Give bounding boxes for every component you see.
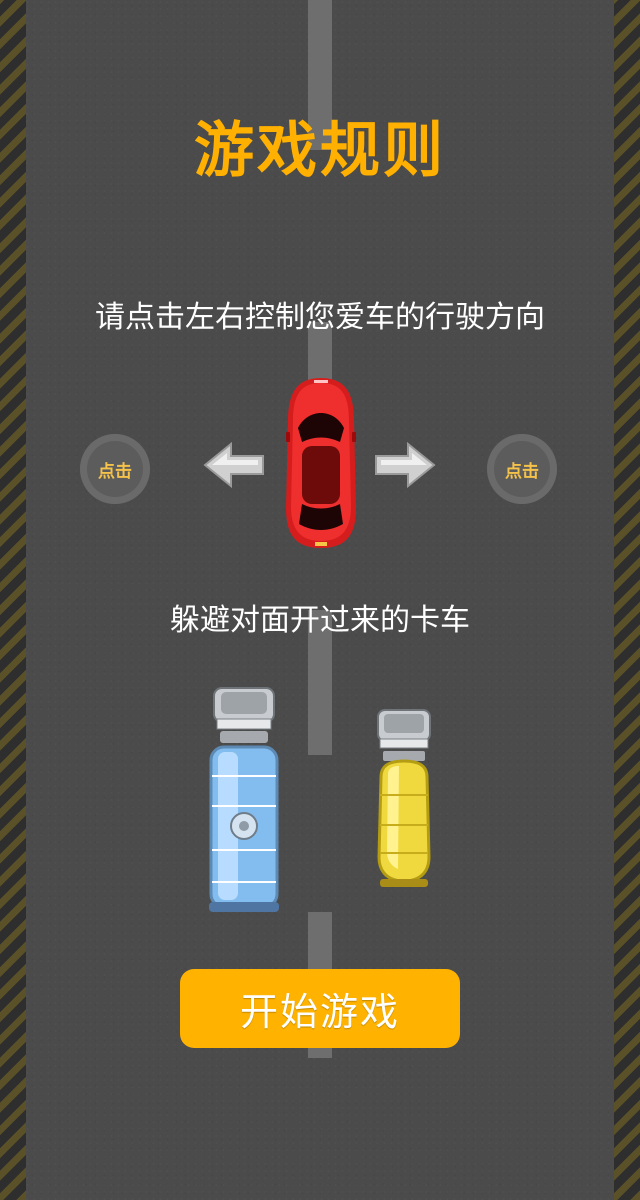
tap-right-label: 点击 [505,461,539,482]
yellow-tanker-truck-icon [377,709,431,887]
tap-right-button[interactable]: 点击 [487,434,557,504]
tap-left-label: 点击 [98,461,132,482]
page-title: 游戏规则 [194,116,446,186]
tap-left-button[interactable]: 点击 [80,434,150,504]
arrow-left-icon [203,441,264,489]
start-game-button[interactable]: 开始游戏 [180,969,460,1048]
blue-tanker-truck-icon [209,687,279,912]
steering-instruction: 请点击左右控制您爱车的行驶方向 [95,300,545,335]
start-game-label: 开始游戏 [239,990,400,1034]
avoid-trucks-instruction: 躲避对面开过来的卡车 [170,603,470,638]
red-car-icon [286,378,356,548]
game-rules-screen: 游戏规则 请点击左右控制您爱车的行驶方向 点击 点击 躲避对面开过来的卡车 开始… [0,0,640,1200]
arrow-right-icon [375,441,436,489]
